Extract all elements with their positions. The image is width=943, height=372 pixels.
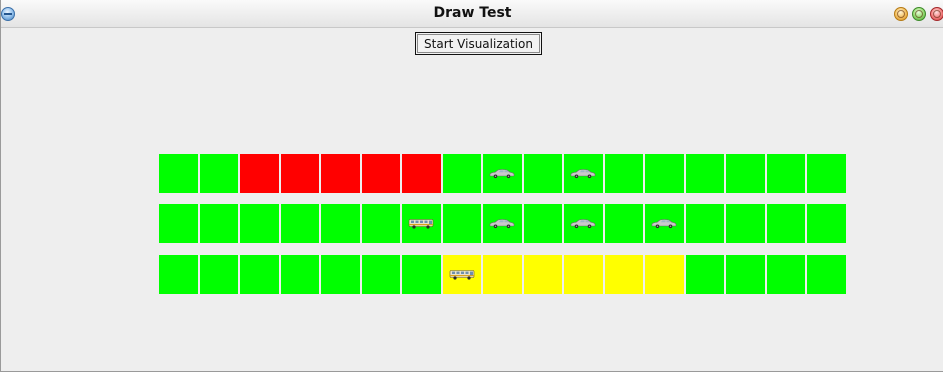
road-cell-green: [321, 255, 360, 294]
road-cell-green: [766, 154, 805, 193]
car-icon: [489, 169, 515, 179]
window-title: Draw Test: [433, 5, 512, 21]
road-cell-green: [807, 154, 846, 193]
road-cell-green: [645, 154, 684, 193]
road-cell-green: [564, 204, 603, 243]
car-icon: [489, 219, 515, 229]
car-icon: [651, 219, 677, 229]
road-cell-green: [159, 204, 198, 243]
road-cell-green: [321, 204, 360, 243]
bus-icon: [408, 219, 434, 229]
road-cell-green: [807, 204, 846, 243]
road-cell-green: [159, 154, 198, 193]
start-visualization-button[interactable]: Start Visualization: [415, 32, 542, 55]
maximize-icon[interactable]: [912, 7, 926, 21]
road-cell-green: [199, 255, 238, 294]
road-cell-green: [240, 255, 279, 294]
road-cell-green: [442, 154, 481, 193]
road-cell-red: [361, 154, 400, 193]
road-cell-green: [685, 204, 724, 243]
road-cell-green: [361, 255, 400, 294]
road-cell-green: [726, 154, 765, 193]
road-cell-green: [604, 154, 643, 193]
road-cell-green: [726, 204, 765, 243]
road-cell-red: [321, 154, 360, 193]
road-cell-green: [199, 154, 238, 193]
road-cell-green: [240, 204, 279, 243]
road-cell-green: [726, 255, 765, 294]
road-row-3: [159, 255, 846, 294]
road-cell-green: [199, 204, 238, 243]
car-icon: [570, 169, 596, 179]
road-cell-green: [402, 255, 441, 294]
road-cell-yellow: [523, 255, 562, 294]
road-cell-green: [645, 204, 684, 243]
road-row-2: [159, 204, 846, 243]
close-icon[interactable]: [930, 7, 943, 21]
road-cell-yellow: [645, 255, 684, 294]
road-cell-green: [685, 255, 724, 294]
road-cell-yellow: [564, 255, 603, 294]
road-cell-green: [159, 255, 198, 294]
road-cell-red: [280, 154, 319, 193]
road-cell-green: [523, 204, 562, 243]
road-cell-red: [402, 154, 441, 193]
road-cell-green: [280, 255, 319, 294]
road-cell-green: [402, 204, 441, 243]
road-cell-yellow: [604, 255, 643, 294]
road-cell-red: [240, 154, 279, 193]
bus-icon: [449, 270, 475, 280]
car-icon: [570, 219, 596, 229]
road-cell-green: [766, 204, 805, 243]
title-bar: Draw Test: [1, 0, 943, 28]
road-cell-green: [483, 154, 522, 193]
road-cell-yellow: [442, 255, 481, 294]
road-cell-green: [807, 255, 846, 294]
road-cell-green: [523, 154, 562, 193]
road-cell-yellow: [483, 255, 522, 294]
road-row-1: [159, 154, 846, 193]
road-cell-green: [483, 204, 522, 243]
road-cell-green: [361, 204, 400, 243]
road-cell-green: [442, 204, 481, 243]
road-cell-green: [564, 154, 603, 193]
minimize-icon[interactable]: [894, 7, 908, 21]
app-window: Draw Test Start Visualization: [0, 0, 943, 372]
road-cell-green: [604, 204, 643, 243]
road-cell-green: [766, 255, 805, 294]
road-cell-green: [280, 204, 319, 243]
road-cell-green: [685, 154, 724, 193]
